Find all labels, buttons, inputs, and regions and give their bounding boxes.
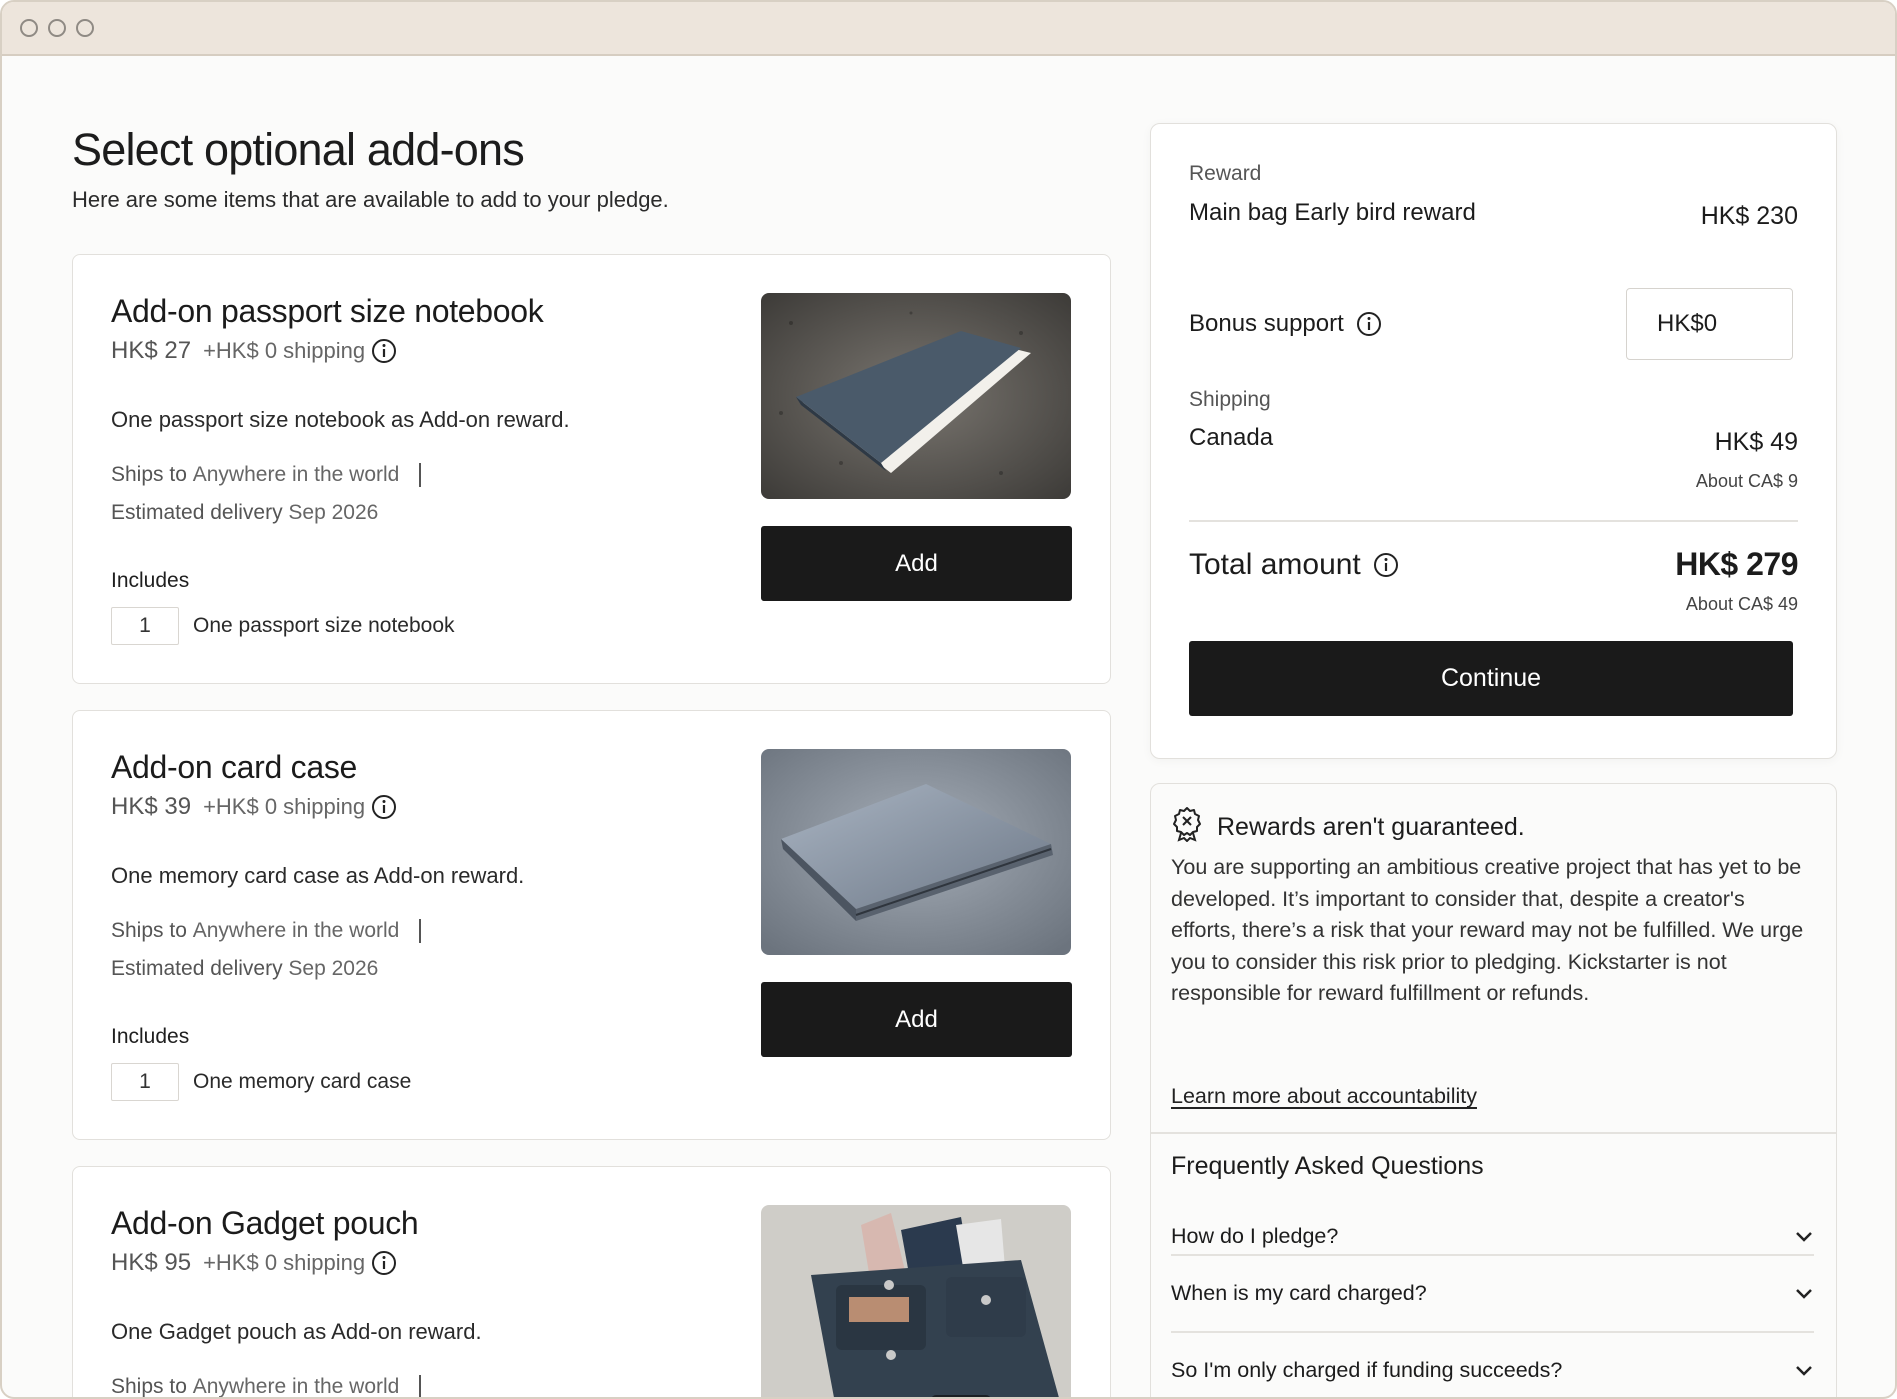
notice-header: Rewards aren't guaranteed. xyxy=(1171,806,1525,849)
ships-to-value: Anywhere in the world xyxy=(192,919,400,942)
bonus-support-row: Bonus support xyxy=(1189,310,1382,338)
shipping-converted: About CA$ 9 xyxy=(1695,471,1798,491)
delivery-label: Estimated delivery xyxy=(111,501,283,524)
browser-window: Select optional add-ons Here are some it… xyxy=(0,0,1897,1399)
info-icon[interactable] xyxy=(371,794,397,820)
shipping-price: HK$ 49 xyxy=(1714,428,1798,456)
notice-body: You are supporting an ambitious creative… xyxy=(1171,855,1804,1005)
faq-title: Frequently Asked Questions xyxy=(1171,1152,1484,1180)
window-close-dot[interactable] xyxy=(20,19,38,37)
info-icon[interactable] xyxy=(1373,552,1399,578)
ships-to-label: Ships to xyxy=(111,463,187,486)
addon-description: One passport size notebook as Add-on rew… xyxy=(111,407,570,432)
reward-price: HK$ 230 xyxy=(1700,202,1798,230)
total-converted: About CA$ 49 xyxy=(1685,594,1798,614)
addon-description: One memory card case as Add-on reward. xyxy=(111,863,525,888)
addon-shipping-text: +HK$ 0 shipping xyxy=(203,794,366,819)
info-icon[interactable] xyxy=(1356,311,1382,337)
info-icon[interactable] xyxy=(371,338,397,364)
window-titlebar xyxy=(2,2,1895,56)
addon-ships-to: Ships to Anywhere in the world xyxy=(111,1375,422,1398)
ships-to-label: Ships to xyxy=(111,1375,187,1398)
addon-price-line: HK$ 27 +HK$ 0 shipping xyxy=(111,337,397,365)
page-title: Select optional add-ons xyxy=(72,124,525,175)
chevron-down-icon xyxy=(1794,1358,1814,1383)
continue-button[interactable]: Continue xyxy=(1189,641,1793,716)
addon-card-gadget-pouch: Add-on Gadget pouch HK$ 95 +HK$ 0 shippi… xyxy=(72,1166,1111,1398)
chevron-down-icon xyxy=(1794,1281,1814,1306)
addon-ships-to: Ships to Anywhere in the world xyxy=(111,463,422,487)
shipping-label: Shipping xyxy=(1189,388,1271,411)
bonus-support-label: Bonus support xyxy=(1189,310,1344,337)
page-content: Select optional add-ons Here are some it… xyxy=(2,56,1895,1397)
divider xyxy=(419,919,422,943)
addon-description: One Gadget pouch as Add-on reward. xyxy=(111,1319,482,1344)
window-zoom-dot[interactable] xyxy=(76,19,94,37)
total-price: HK$ 279 xyxy=(1675,546,1798,582)
addon-price-line: HK$ 95 +HK$ 0 shipping xyxy=(111,1249,397,1277)
faq-divider xyxy=(1151,1132,1836,1134)
ships-to-label: Ships to xyxy=(111,919,187,942)
addon-card-notebook: Add-on passport size notebook HK$ 27 +HK… xyxy=(72,254,1111,684)
faq-question: So I'm only charged if funding succeeds? xyxy=(1171,1357,1563,1382)
notice-title: Rewards aren't guaranteed. xyxy=(1217,813,1525,841)
reward-name: Main bag Early bird reward xyxy=(1189,199,1476,226)
reward-label: Reward xyxy=(1189,162,1262,185)
includes-quantity: 1 xyxy=(111,607,179,645)
divider xyxy=(419,1375,422,1397)
includes-row: 1 One passport size notebook xyxy=(111,607,455,645)
accountability-link[interactable]: Learn more about accountability xyxy=(1171,1084,1477,1109)
add-button[interactable]: Add xyxy=(761,982,1072,1057)
shipping-country: Canada xyxy=(1189,424,1274,451)
pledge-summary: Reward Main bag Early bird reward HK$ 23… xyxy=(1150,123,1837,759)
addon-name: Add-on card case xyxy=(111,749,358,785)
includes-item: One passport size notebook xyxy=(193,614,455,637)
total-label: Total amount xyxy=(1189,548,1361,581)
ships-to-value: Anywhere in the world xyxy=(192,463,400,486)
includes-item: One memory card case xyxy=(193,1070,412,1093)
addon-shipping-text: +HK$ 0 shipping xyxy=(203,1250,366,1275)
addon-shipping: +HK$ 0 shipping xyxy=(203,338,397,364)
notebook-photo xyxy=(761,293,1071,499)
divider xyxy=(419,463,422,487)
gadget-pouch-photo xyxy=(761,1205,1071,1397)
delivery-value: Sep 2026 xyxy=(288,957,379,980)
addon-name: Add-on Gadget pouch xyxy=(111,1205,419,1241)
rewards-notice-panel: Rewards aren't guaranteed. You are suppo… xyxy=(1150,783,1837,1397)
summary-divider xyxy=(1189,520,1798,522)
addon-price-line: HK$ 39 +HK$ 0 shipping xyxy=(111,793,397,821)
add-button[interactable]: Add xyxy=(761,526,1072,601)
faq-question: How do I pledge? xyxy=(1171,1223,1339,1248)
faq-item[interactable]: So I'm only charged if funding succeeds? xyxy=(1171,1332,1814,1397)
addon-delivery: Estimated delivery Sep 2026 xyxy=(111,957,378,981)
faq-question: When is my card charged? xyxy=(1171,1280,1427,1305)
window-minimize-dot[interactable] xyxy=(48,19,66,37)
chevron-down-icon xyxy=(1794,1224,1814,1249)
includes-row: 1 One memory card case xyxy=(111,1063,411,1101)
addon-price: HK$ 27 xyxy=(111,337,192,364)
addon-ships-to: Ships to Anywhere in the world xyxy=(111,919,422,943)
faq-item[interactable]: When is my card charged? xyxy=(1171,1255,1814,1331)
includes-label: Includes xyxy=(111,569,190,592)
includes-label: Includes xyxy=(111,1025,190,1048)
addon-price: HK$ 39 xyxy=(111,793,192,820)
addon-card-card-case: Add-on card case HK$ 39 +HK$ 0 shipping … xyxy=(72,710,1111,1140)
page-subtitle: Here are some items that are available t… xyxy=(72,187,669,212)
ships-to-value: Anywhere in the world xyxy=(192,1375,400,1398)
ribbon-x-icon xyxy=(1171,806,1203,849)
card-case-photo xyxy=(761,749,1071,955)
addon-name: Add-on passport size notebook xyxy=(111,293,544,329)
bonus-support-input[interactable] xyxy=(1626,288,1793,360)
delivery-value: Sep 2026 xyxy=(288,501,379,524)
addon-delivery: Estimated delivery Sep 2026 xyxy=(111,501,378,525)
addon-shipping: +HK$ 0 shipping xyxy=(203,1250,397,1276)
total-row: Total amount xyxy=(1189,548,1399,582)
addon-shipping-text: +HK$ 0 shipping xyxy=(203,338,366,363)
info-icon[interactable] xyxy=(371,1250,397,1276)
addon-shipping: +HK$ 0 shipping xyxy=(203,794,397,820)
includes-quantity: 1 xyxy=(111,1063,179,1101)
delivery-label: Estimated delivery xyxy=(111,957,283,980)
addon-price: HK$ 95 xyxy=(111,1249,192,1276)
